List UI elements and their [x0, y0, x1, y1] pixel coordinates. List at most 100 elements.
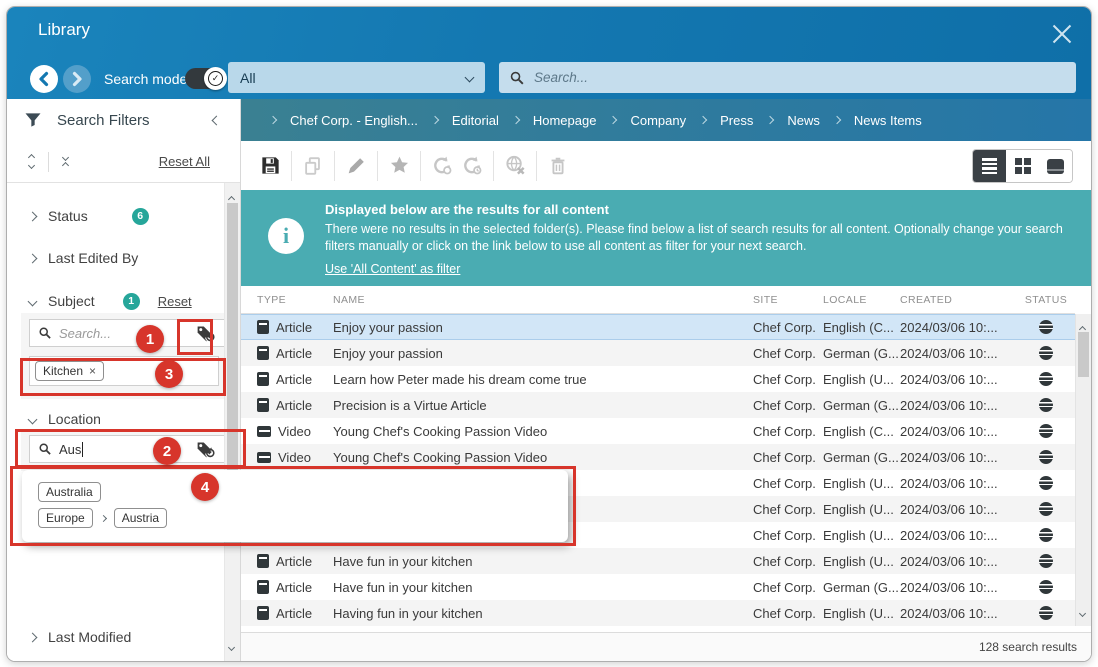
subject-reset-link[interactable]: Reset	[158, 294, 192, 309]
breadcrumb: Chef Corp. - English... Editorial Homepa…	[241, 99, 1091, 141]
expand-all-icon[interactable]	[23, 155, 40, 168]
refresh-schedule-button[interactable]	[457, 151, 487, 181]
filter-funnel-icon	[23, 110, 43, 130]
cell-type-label: Video	[278, 450, 311, 465]
search-filters-panel: Search Filters Reset All Status 6 Last E…	[7, 99, 241, 661]
col-site[interactable]: SITE	[753, 294, 823, 306]
chevron-down-icon	[28, 414, 38, 424]
location-filter-body: Aus	[21, 429, 224, 471]
scroll-down-icon[interactable]	[1080, 603, 1085, 621]
cell-site: Chef Corp.	[753, 476, 823, 491]
cell-name: Young Chef's Cooking Passion Video	[333, 424, 753, 439]
suggestion-europe[interactable]: Europe	[38, 508, 93, 528]
type-icon	[257, 320, 269, 334]
refresh-workflow-button[interactable]	[427, 151, 457, 181]
cell-created: 2024/03/06 10:...	[900, 450, 1017, 465]
edit-button[interactable]	[341, 151, 371, 181]
close-icon[interactable]	[1047, 19, 1077, 49]
filter-section-status[interactable]: Status 6	[7, 202, 224, 230]
breadcrumb-item[interactable]: Press	[720, 113, 753, 128]
pencil-icon	[345, 155, 367, 177]
chevron-down-icon	[465, 73, 475, 83]
cell-name: Having fun in your kitchen	[333, 606, 753, 621]
chevron-right-icon	[28, 211, 38, 221]
view-list-button[interactable]	[973, 150, 1006, 182]
col-created[interactable]: CREATED	[900, 294, 1017, 306]
cell-created: 2024/03/06 10:...	[900, 320, 1017, 335]
breadcrumb-item[interactable]: Chef Corp. - English...	[290, 113, 418, 128]
reset-all-link[interactable]: Reset All	[159, 154, 210, 169]
view-grid-button[interactable]	[1006, 150, 1039, 182]
filter-section-last-edited-by[interactable]: Last Edited By	[7, 244, 224, 272]
table-row[interactable]: Video Young Chef's Cooking Passion Video…	[241, 418, 1075, 444]
breadcrumb-item[interactable]: Company	[630, 113, 686, 128]
duplicate-button[interactable]	[298, 151, 328, 181]
table-row[interactable]: Article Enjoy your passion Chef Corp. Ge…	[241, 340, 1075, 366]
table-row[interactable]: Article Have fun in your kitchen Chef Co…	[241, 548, 1075, 574]
subject-chip[interactable]: Kitchen ×	[35, 361, 104, 381]
all-content-filter-link[interactable]: Use 'All Content' as filter	[325, 262, 460, 276]
scrollbar-thumb[interactable]	[1078, 332, 1089, 377]
cell-created: 2024/03/06 10:...	[900, 502, 1017, 517]
col-status[interactable]: STATUS	[1025, 294, 1067, 306]
status-icon	[1039, 476, 1053, 490]
suggestion-austria[interactable]: Austria	[114, 508, 167, 528]
filter-section-published[interactable]: Published	[7, 660, 224, 661]
col-type[interactable]: TYPE	[257, 294, 333, 306]
table-row[interactable]: Article Having fun in your kitchen Chef …	[241, 600, 1075, 626]
table-row[interactable]: Article Enjoy your passion Chef Corp. En…	[241, 314, 1075, 340]
table-row[interactable]: Article Precision is a Virtue Article Ch…	[241, 392, 1075, 418]
cell-name: Young Chef's Cooking Passion Video	[333, 450, 753, 465]
search-mode-toggle[interactable]: ✓	[185, 68, 225, 89]
browse-tags-icon[interactable]	[195, 439, 216, 460]
search-input[interactable]	[532, 69, 1066, 86]
status-badge: 6	[132, 208, 149, 225]
arrow-right-icon	[66, 68, 88, 90]
favorite-button[interactable]	[384, 151, 414, 181]
table-row[interactable]: Article Have fun in your kitchen Chef Co…	[241, 574, 1075, 600]
globe-remove-button[interactable]	[500, 151, 530, 181]
scroll-down-icon[interactable]	[229, 637, 234, 655]
cell-created: 2024/03/06 10:...	[900, 606, 1017, 621]
delete-button[interactable]	[543, 151, 573, 181]
sidebar-scrollbar[interactable]	[224, 183, 240, 661]
content-toolbar	[241, 141, 1091, 190]
subject-search-field[interactable]: Search...	[29, 319, 224, 347]
browse-tags-icon[interactable]	[195, 323, 216, 344]
type-icon	[257, 346, 269, 360]
save-button[interactable]	[255, 151, 285, 181]
col-locale[interactable]: LOCALE	[823, 294, 900, 306]
table-row[interactable]: Article Learn how Peter made his dream c…	[241, 366, 1075, 392]
breadcrumb-item[interactable]: Homepage	[533, 113, 597, 128]
cell-created: 2024/03/06 10:...	[900, 476, 1017, 491]
grid-view-icon	[1015, 158, 1031, 174]
status-icon	[1039, 372, 1053, 386]
cell-locale: English (U...	[823, 372, 900, 387]
forward-button[interactable]	[63, 65, 91, 93]
filter-section-last-modified[interactable]: Last Modified	[7, 623, 224, 651]
collapse-panel-icon[interactable]	[209, 107, 224, 133]
cell-locale: German (G...	[823, 398, 900, 413]
list-view-icon	[982, 158, 997, 174]
location-search-field[interactable]: Aus	[29, 435, 224, 463]
view-card-button[interactable]	[1039, 150, 1072, 182]
cell-locale: English (U...	[823, 502, 900, 517]
cell-type-label: Article	[276, 346, 312, 361]
scope-dropdown[interactable]: All	[228, 62, 485, 93]
breadcrumb-item[interactable]: News	[787, 113, 820, 128]
back-button[interactable]	[30, 65, 58, 93]
cell-created: 2024/03/06 10:...	[900, 580, 1017, 595]
breadcrumb-item[interactable]: Editorial	[452, 113, 499, 128]
filters-header: Search Filters	[7, 99, 240, 141]
info-icon: i	[268, 218, 304, 254]
breadcrumb-item[interactable]: News Items	[854, 113, 922, 128]
col-name[interactable]: NAME	[333, 294, 753, 306]
table-row[interactable]: Video Young Chef's Cooking Passion Video…	[241, 444, 1075, 470]
collapse-all-icon[interactable]	[57, 155, 74, 168]
suggestion-australia[interactable]: Australia	[38, 482, 101, 502]
chip-remove-icon[interactable]: ×	[89, 364, 96, 378]
search-mode-label: Search mode	[104, 71, 187, 87]
filter-section-subject[interactable]: Subject 1 Reset	[7, 287, 224, 315]
results-scrollbar[interactable]	[1075, 314, 1091, 626]
scrollbar-thumb[interactable]	[227, 203, 238, 479]
